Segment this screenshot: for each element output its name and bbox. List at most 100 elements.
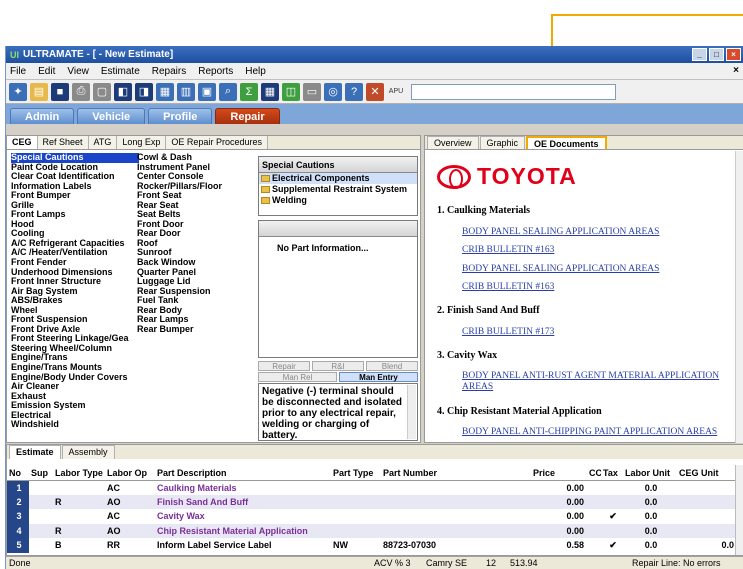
- table-cell[interactable]: [381, 480, 531, 495]
- open-folder-icon[interactable]: ▤: [30, 82, 48, 101]
- maximize-button[interactable]: □: [709, 48, 724, 61]
- doc-link[interactable]: CRIB BULLETIN #163: [462, 245, 554, 255]
- table-cell[interactable]: Chip Resistant Material Application: [155, 523, 331, 538]
- menu-estimate[interactable]: Estimate: [101, 66, 140, 77]
- search-icon[interactable]: ⌕: [219, 82, 237, 101]
- table-cell[interactable]: 0.0: [677, 538, 737, 553]
- table-cell[interactable]: AC: [105, 480, 155, 495]
- tab-profile[interactable]: Profile: [148, 108, 213, 124]
- table-cell[interactable]: [587, 509, 601, 524]
- tab-admin[interactable]: Admin: [10, 108, 75, 124]
- tab-overview[interactable]: Overview: [427, 136, 479, 149]
- table-cell[interactable]: 0.0: [623, 494, 677, 509]
- tab-oe-documents[interactable]: OE Documents: [526, 136, 607, 149]
- table-cell[interactable]: RR: [105, 538, 155, 553]
- layout-3-icon[interactable]: ▣: [198, 82, 216, 101]
- table-cell[interactable]: Finish Sand And Buff: [155, 494, 331, 509]
- document-scrollbar[interactable]: [735, 151, 743, 443]
- close-button[interactable]: ×: [726, 48, 741, 61]
- table-cell[interactable]: [53, 480, 105, 495]
- doc-link[interactable]: BODY PANEL ANTI-RUST AGENT MATERIAL APPL…: [462, 371, 719, 381]
- caution-item[interactable]: Supplemental Restraint System: [259, 184, 417, 195]
- minimize-button[interactable]: _: [692, 48, 707, 61]
- table-row[interactable]: 2 R AO Finish Sand And Buff 0.00 0.0: [7, 494, 737, 509]
- r-and-i-button[interactable]: R&I: [312, 361, 364, 371]
- category-item[interactable]: Windshield: [11, 420, 139, 430]
- table-cell[interactable]: AO: [105, 523, 155, 538]
- table-cell[interactable]: NW: [331, 538, 381, 553]
- table-cell[interactable]: [331, 523, 381, 538]
- table-cell[interactable]: Cavity Wax: [155, 509, 331, 524]
- table-cell[interactable]: [601, 523, 623, 538]
- subtab-ceg[interactable]: CEG: [7, 136, 38, 149]
- table-cell[interactable]: Inform Label Service Label: [155, 538, 331, 553]
- disabled-icon[interactable]: ▭: [303, 82, 321, 101]
- col-header[interactable]: Tax: [601, 466, 623, 481]
- table-cell[interactable]: 0.00: [531, 523, 587, 538]
- tab-vehicle[interactable]: Vehicle: [77, 108, 146, 124]
- doc-link[interactable]: AREAS: [462, 382, 493, 392]
- table-row[interactable]: 1 AC Caulking Materials 0.00 0.0: [7, 480, 737, 495]
- tab-assembly[interactable]: Assembly: [61, 445, 115, 459]
- mdi-close-icon[interactable]: ×: [733, 65, 739, 76]
- table-cell[interactable]: [29, 523, 53, 538]
- table-cell[interactable]: [677, 509, 737, 524]
- menu-repairs[interactable]: Repairs: [152, 66, 186, 77]
- subtab-oe-repair-procedures[interactable]: OE Repair Procedures: [166, 136, 268, 149]
- doc-link[interactable]: CRIB BULLETIN #163: [462, 282, 554, 292]
- table-cell[interactable]: 0.0: [623, 509, 677, 524]
- man-entry-button[interactable]: Man Entry: [339, 372, 418, 382]
- col-header[interactable]: No: [7, 466, 29, 481]
- col-header[interactable]: Part Type: [331, 466, 381, 481]
- table-cell[interactable]: [53, 509, 105, 524]
- table-cell[interactable]: 2: [7, 494, 29, 509]
- apu-icon[interactable]: APU: [387, 83, 405, 101]
- menu-file[interactable]: File: [10, 66, 26, 77]
- table-cell[interactable]: [677, 523, 737, 538]
- col-header[interactable]: Labor Unit: [623, 466, 677, 481]
- table-cell[interactable]: [381, 494, 531, 509]
- menu-view[interactable]: View: [67, 66, 89, 77]
- doc-link[interactable]: CRIB BULLETIN #173: [462, 327, 554, 337]
- graphics-icon[interactable]: ◫: [282, 82, 300, 101]
- menu-reports[interactable]: Reports: [198, 66, 233, 77]
- table-cell[interactable]: [29, 509, 53, 524]
- table-cell[interactable]: 0.00: [531, 494, 587, 509]
- table-cell[interactable]: [331, 509, 381, 524]
- table-cell[interactable]: 5: [7, 538, 29, 553]
- table-cell[interactable]: AC: [105, 509, 155, 524]
- table-cell[interactable]: 0.0: [623, 538, 677, 553]
- col-header[interactable]: CEG Unit: [677, 466, 737, 481]
- table-cell[interactable]: ✔: [601, 509, 623, 524]
- subtab-long-exp[interactable]: Long Exp: [117, 136, 167, 149]
- table-cell[interactable]: ✔: [601, 538, 623, 553]
- tools-icon[interactable]: ✕: [366, 82, 384, 101]
- repair-button[interactable]: Repair: [258, 361, 310, 371]
- table-row[interactable]: 4 R AO Chip Resistant Material Application 0…: [7, 523, 737, 538]
- menu-edit[interactable]: Edit: [38, 66, 55, 77]
- table-cell[interactable]: [331, 494, 381, 509]
- table-cell[interactable]: B: [53, 538, 105, 553]
- table-row[interactable]: 3 AC Cavity Wax 0.00 ✔ 0.0: [7, 509, 737, 524]
- table-cell[interactable]: [29, 480, 53, 495]
- col-header[interactable]: Price: [531, 466, 587, 481]
- doc-link[interactable]: BODY PANEL SEALING APPLICATION AREAS: [462, 227, 659, 237]
- table-cell[interactable]: 88723-07030: [381, 538, 531, 553]
- layout-2-icon[interactable]: ▥: [177, 82, 195, 101]
- table-cell[interactable]: [587, 480, 601, 495]
- document-search-icon[interactable]: ◎: [324, 82, 342, 101]
- subtab-ref-sheet[interactable]: Ref Sheet: [37, 136, 89, 149]
- table-cell[interactable]: [331, 480, 381, 495]
- table-cell[interactable]: [381, 509, 531, 524]
- table-cell[interactable]: R: [53, 494, 105, 509]
- table-cell[interactable]: 4: [7, 523, 29, 538]
- totals-icon[interactable]: Σ: [240, 82, 258, 101]
- col-header[interactable]: Sup: [29, 466, 53, 481]
- table-cell[interactable]: [587, 538, 601, 553]
- preview-icon[interactable]: ▢: [93, 82, 111, 101]
- col-header[interactable]: Labor Type: [53, 466, 105, 481]
- table-cell[interactable]: 0.00: [531, 509, 587, 524]
- table-cell[interactable]: [29, 538, 53, 553]
- new-estimate-icon[interactable]: ✦: [9, 82, 27, 101]
- table-cell[interactable]: R: [53, 523, 105, 538]
